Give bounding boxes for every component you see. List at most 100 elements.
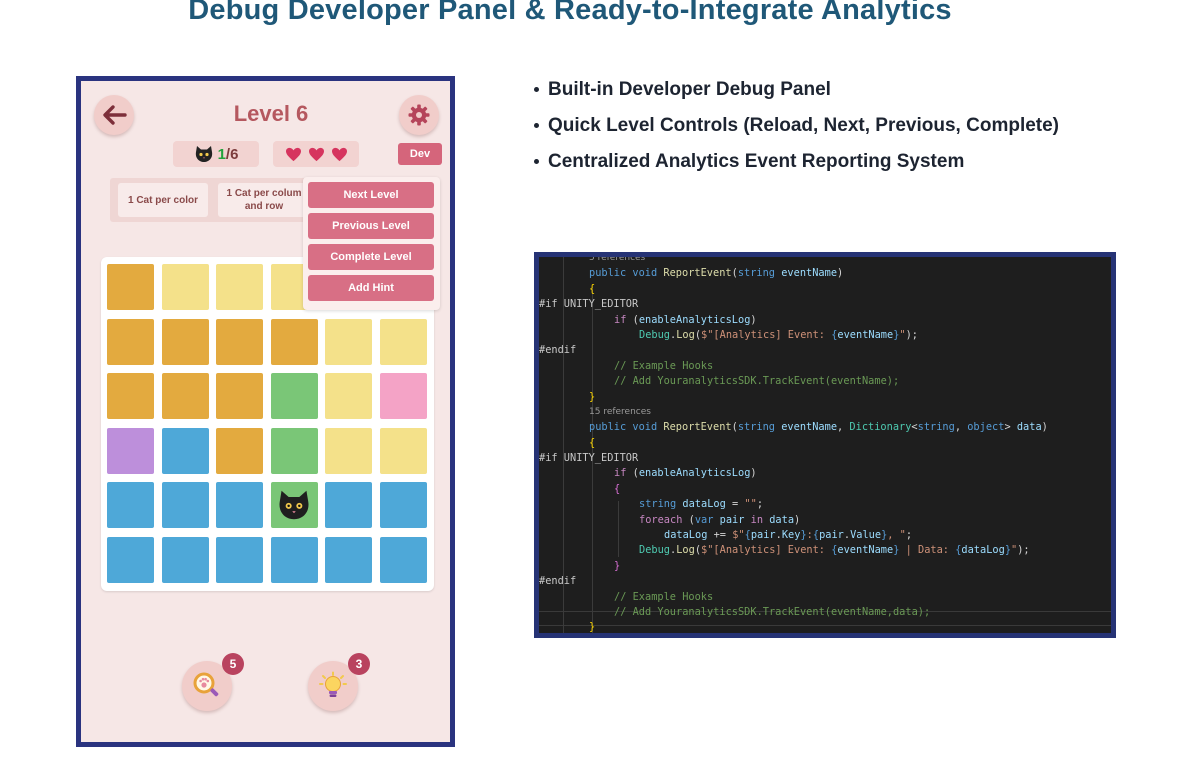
board-cell[interactable] [161,264,209,310]
dev-menu: Next Level Previous Level Complete Level… [303,177,440,310]
code-token: ) [794,513,801,526]
board-cell[interactable] [216,427,264,474]
board-cell[interactable] [380,482,427,529]
board-cell[interactable] [161,373,209,420]
board-cell[interactable] [325,427,373,474]
next-level-button[interactable]: Next Level [308,182,434,208]
code-line: public void ReportEvent(string eventName… [539,420,1111,435]
code-line: // Example Hooks [539,359,1111,374]
board-cell[interactable] [325,482,373,529]
code-token: Log [676,328,695,341]
code-token: pair [819,529,844,542]
board-cell[interactable] [216,482,264,529]
code-token: { [589,436,596,449]
code-token: , " [887,529,906,542]
board-cell[interactable] [161,318,209,365]
board-cell[interactable] [107,482,154,529]
feature-list: Built-in Developer Debug Panel Quick Lev… [534,76,1059,184]
board-cell[interactable] [325,537,373,583]
board-cell[interactable] [107,537,154,583]
board-cell[interactable] [161,482,209,529]
code-token: $" [732,529,745,542]
board-cell[interactable] [380,318,427,365]
code-token: ReportEvent [663,421,732,434]
cat-face-icon [195,146,212,162]
game-screen: Level 6 1/6 Dev 1 Cat per color 1 Cat pe… [76,76,455,747]
board-cell[interactable] [216,318,264,365]
code-token: } [614,559,621,572]
code-token: public [589,421,633,434]
back-button[interactable] [94,95,134,135]
code-token: enableAnalyticsLog [638,467,751,480]
rule-card: 1 Cat per color [118,183,208,217]
feature-item: Built-in Developer Debug Panel [534,76,1059,112]
board-cell[interactable] [270,482,318,529]
code-line: foreach (var pair in data) [539,513,1111,528]
code-token: if [614,313,633,326]
board-cell[interactable] [107,264,154,310]
code-token: > [1004,421,1017,434]
code-token: { [614,482,621,495]
previous-level-button[interactable]: Previous Level [308,213,434,239]
board-cell[interactable] [270,427,318,474]
code-line: } [539,559,1111,574]
magnifier-powerup-button[interactable]: 5 [182,653,244,711]
code-line: dataLog += $"{pair.Key}:{pair.Value}, "; [539,528,1111,543]
code-token: Key [781,529,801,542]
board-cell[interactable] [107,373,154,420]
dev-button[interactable]: Dev [398,143,442,165]
code-token: dataLog [682,498,726,511]
code-token: ); [1017,544,1030,557]
board-cell[interactable] [270,537,318,583]
code-line: #endif [539,343,1111,358]
code-line: { [539,282,1111,297]
code-token: // Add YouranalyticsSDK.TrackEvent(event… [614,375,900,388]
code-token: ) [1041,421,1048,434]
rule-card: 1 Cat per colum and row [218,183,310,217]
board-cell[interactable] [107,427,154,474]
settings-button[interactable] [399,95,439,135]
code-token: eventName [837,328,894,341]
feature-text: Built-in Developer Debug Panel [548,79,831,100]
lives-indicator [273,141,359,167]
code-token: #endif [539,344,577,357]
code-token: ; [905,529,913,542]
board-cell[interactable] [216,373,264,420]
code-line: } [539,390,1111,405]
complete-level-button[interactable]: Complete Level [308,244,434,270]
code-token: // Example Hooks [614,590,714,603]
board-cell[interactable] [216,537,264,583]
code-token: #if UNITY_EDITOR [539,452,639,465]
board-cell[interactable] [107,318,154,365]
board-cell[interactable] [325,373,373,420]
code-token: Value [850,529,882,542]
board-cell[interactable] [380,373,427,420]
code-token: if [614,467,633,480]
heart-icon [331,147,347,161]
lightbulb-powerup-button[interactable]: 3 [308,653,370,711]
feature-text: Quick Level Controls (Reload, Next, Prev… [548,115,1060,136]
code-token: | Data: [899,544,956,557]
cats-total-count: /6 [225,145,239,163]
code-line: // Example Hooks [539,590,1111,605]
board-cell[interactable] [270,318,318,365]
board-cell[interactable] [380,427,427,474]
board-cell[interactable] [161,427,209,474]
code-token: $"[Analytics] Event: [701,544,832,557]
code-token: , [837,421,850,434]
lightbulb-icon [319,671,347,697]
code-line: Debug.Log($"[Analytics] Event: {eventNam… [539,328,1111,343]
heart-icon [285,147,301,161]
board-cell[interactable] [270,373,318,420]
board-cell[interactable] [216,264,264,310]
board-cell[interactable] [161,537,209,583]
code-token: dataLog [664,529,708,542]
board-cell[interactable] [380,537,427,583]
add-hint-button[interactable]: Add Hint [308,275,434,301]
level-title: Level 6 [233,101,309,126]
code-token: public [589,267,633,280]
code-line: // Add YouranalyticsSDK.TrackEvent(event… [539,605,1111,620]
code-token: } [589,390,596,403]
code-token: enableAnalyticsLog [638,313,751,326]
board-cell[interactable] [325,318,373,365]
